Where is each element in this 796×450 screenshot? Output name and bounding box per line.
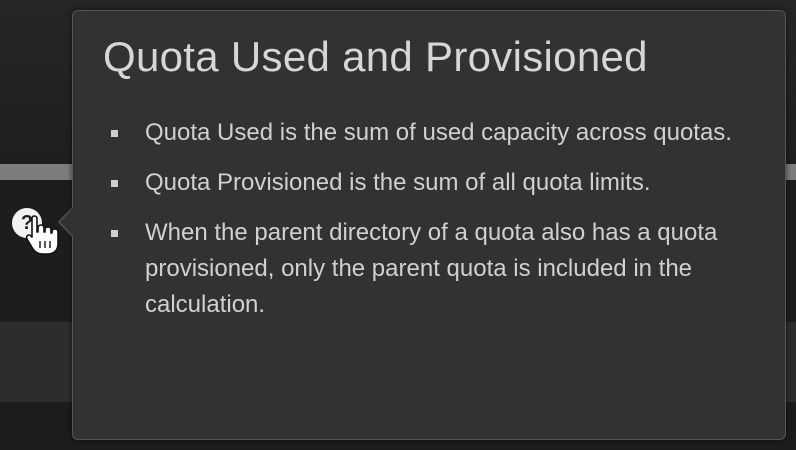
- bullet-text: When the parent directory of a quota als…: [145, 219, 718, 318]
- help-popover: Quota Used and Provisioned Quota Used is…: [72, 10, 786, 440]
- screen: ? Quota Used and Provisioned Quota Used …: [0, 0, 796, 450]
- bullet-marker: [111, 230, 118, 237]
- popover-title: Quota Used and Provisioned: [103, 33, 648, 80]
- bullet-marker: [111, 130, 118, 137]
- hand-pointer-cursor-icon: [25, 215, 59, 255]
- bullet-quota-used: Quota Used is the sum of used capacity a…: [111, 115, 751, 151]
- bullet-marker: [111, 180, 118, 187]
- popover-arrow-fill: [60, 207, 74, 237]
- bullet-text: Quota Provisioned is the sum of all quot…: [145, 169, 651, 196]
- bullet-quota-provisioned: Quota Provisioned is the sum of all quot…: [111, 165, 751, 201]
- bullet-text: Quota Used is the sum of used capacity a…: [145, 119, 732, 146]
- bullet-parent-quota: When the parent directory of a quota als…: [111, 215, 751, 323]
- popover-bullet-list: Quota Used is the sum of used capacity a…: [111, 115, 751, 337]
